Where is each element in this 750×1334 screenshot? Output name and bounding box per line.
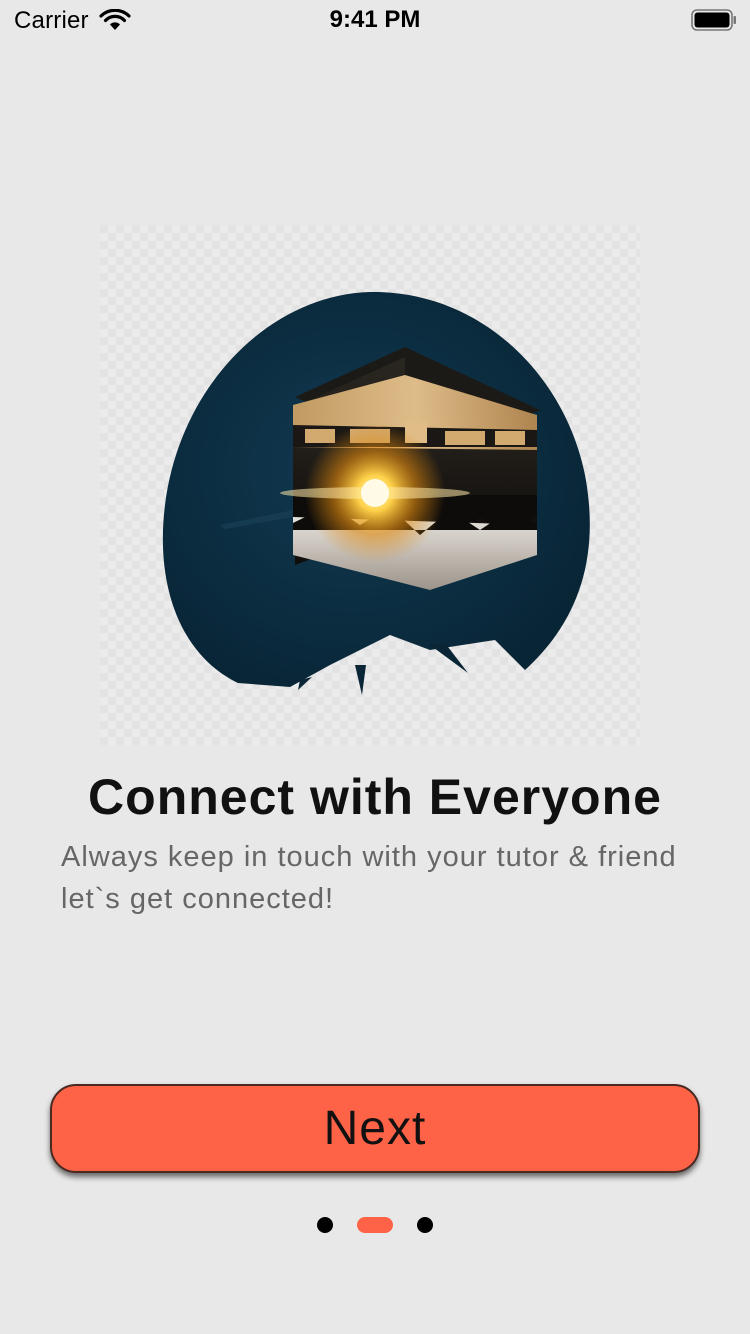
clock: 9:41 PM xyxy=(329,6,421,33)
page-dot-3[interactable] xyxy=(417,1217,433,1233)
page-indicator xyxy=(0,1216,750,1234)
page-dot-1[interactable] xyxy=(317,1217,333,1233)
onboarding-subtitle: Always keep in touch with your tutor & f… xyxy=(61,841,677,915)
battery-full-icon xyxy=(691,9,736,31)
next-button[interactable]: Next xyxy=(50,1084,700,1173)
status-bar: Carrier 9:41 PM xyxy=(0,0,750,40)
kaaba-illustration xyxy=(100,225,640,745)
onboarding-title: Connect with Everyone xyxy=(88,769,662,825)
page-dot-2-active[interactable] xyxy=(357,1217,393,1233)
